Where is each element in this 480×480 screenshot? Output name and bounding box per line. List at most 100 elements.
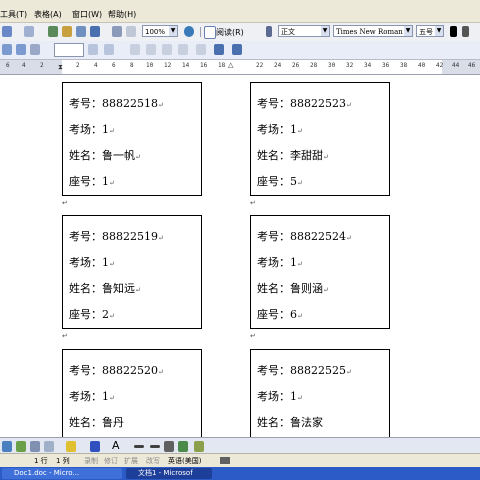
- chevron-down-icon: ▼: [435, 26, 443, 36]
- exam-room: 考场：1↵: [257, 123, 303, 136]
- drawing-icon[interactable]: [126, 26, 136, 37]
- formatting-toolbar: [0, 41, 480, 60]
- mail-icon[interactable]: [232, 44, 242, 55]
- shape-icon[interactable]: [2, 441, 12, 452]
- picture-icon[interactable]: [44, 441, 54, 452]
- ruler-tick: 12: [164, 62, 172, 69]
- nav-icon[interactable]: [2, 44, 12, 55]
- line-style-icon[interactable]: [134, 445, 144, 448]
- font-color-icon[interactable]: A: [112, 439, 120, 452]
- redo-icon[interactable]: [24, 26, 34, 37]
- hyperlink-icon[interactable]: [48, 26, 58, 37]
- style-value: 正文: [281, 28, 295, 36]
- status-language: 英语(美国): [168, 457, 202, 465]
- styles-pane-icon[interactable]: [266, 26, 272, 37]
- student-name: 姓名：李甜甜↵: [257, 149, 329, 162]
- exam-number: 考号：88822519↵: [69, 230, 164, 243]
- ruler-tick: 46: [468, 62, 476, 69]
- ruler-tick: 40: [418, 62, 426, 69]
- indent-marker-icon[interactable]: ⧗: [58, 61, 64, 73]
- menu-tools[interactable]: 工具(T): [0, 9, 27, 20]
- align-icon[interactable]: [178, 44, 188, 55]
- right-indent-icon[interactable]: △: [228, 61, 233, 69]
- clipart-icon[interactable]: [16, 441, 26, 452]
- 3d-icon[interactable]: [194, 441, 204, 452]
- font-select[interactable]: Times New Roman ▼: [333, 25, 413, 37]
- align-icon[interactable]: [196, 44, 206, 55]
- bold-icon[interactable]: [450, 26, 457, 37]
- line-color-icon[interactable]: [90, 441, 100, 452]
- zoom-value: 100%: [145, 28, 166, 36]
- arrow-style-icon[interactable]: [164, 441, 174, 452]
- document-page[interactable]: 考号：88822518↵ 考场：1↵ 姓名：鲁一帆↵ 座号：1↵ 考号：8882…: [0, 75, 480, 437]
- fill-color-icon[interactable]: [66, 441, 76, 452]
- ruler-tick: 38: [400, 62, 408, 69]
- student-name: 姓名：鲁一帆↵: [69, 149, 141, 162]
- record-field[interactable]: [54, 43, 84, 57]
- align-icon[interactable]: [146, 44, 156, 55]
- nav-icon[interactable]: [30, 44, 40, 55]
- ruler-tick: 8: [130, 62, 134, 69]
- nav-icon[interactable]: [16, 44, 26, 55]
- shadow-icon[interactable]: [178, 441, 188, 452]
- spellcheck-icon[interactable]: [220, 457, 230, 464]
- read-button[interactable]: 阅读(R): [216, 27, 244, 38]
- ruler-tick: 14: [182, 62, 190, 69]
- play-icon[interactable]: [88, 44, 98, 55]
- ruler-tick: 6: [6, 62, 10, 69]
- ruler-tick: 2: [76, 62, 80, 69]
- ruler-tick: 30: [328, 62, 336, 69]
- align-icon[interactable]: [162, 44, 172, 55]
- paragraph-mark: ↵: [250, 199, 256, 207]
- ruler-tick: 18: [218, 62, 226, 69]
- separator: [200, 27, 201, 37]
- menu-table[interactable]: 表格(A): [34, 9, 62, 20]
- ruler-tick: 6: [112, 62, 116, 69]
- horizontal-ruler[interactable]: 6 4 2 ⧗ 2 4 6 8 10 12 14 16 18 △ 22 24 2…: [0, 60, 480, 75]
- exam-number: 考号：88822520↵: [69, 364, 164, 377]
- seat-number: 座号：2↵: [69, 308, 115, 321]
- read-icon[interactable]: [204, 26, 216, 39]
- italic-icon[interactable]: [462, 26, 469, 37]
- exam-number: 考号：88822523↵: [257, 97, 352, 110]
- align-icon[interactable]: [130, 44, 140, 55]
- status-record[interactable]: 录制: [84, 456, 98, 466]
- font-size-value: 五号: [419, 28, 433, 36]
- student-name: 姓名：鲁知远↵: [69, 282, 141, 295]
- columns-icon[interactable]: [112, 26, 122, 37]
- menu-help[interactable]: 帮助(H): [108, 9, 136, 20]
- excel-icon[interactable]: [90, 26, 100, 37]
- ruler-tick: 4: [94, 62, 98, 69]
- taskbar-item-document1[interactable]: 文档1 - Microsof: [126, 468, 212, 479]
- help-icon[interactable]: [184, 26, 194, 37]
- font-size-select[interactable]: 五号 ▼: [416, 25, 444, 37]
- ruler-tick: 22: [256, 62, 264, 69]
- ruler-tick: 32: [346, 62, 354, 69]
- next-icon[interactable]: [104, 44, 114, 55]
- ruler-tick: 16: [200, 62, 208, 69]
- zoom-select[interactable]: 100% ▼: [142, 25, 178, 37]
- menu-bar: 工具(T) 表格(A) 窗口(W) 帮助(H): [0, 0, 480, 23]
- ruler-tick: 36: [382, 62, 390, 69]
- style-select[interactable]: 正文 ▼: [278, 25, 330, 37]
- tables-icon[interactable]: [62, 26, 72, 37]
- drawing-toolbar: A: [0, 437, 480, 454]
- status-column: 1 列: [56, 457, 70, 465]
- paragraph-mark: ↵: [62, 199, 68, 207]
- taskbar-item-doc1[interactable]: Doc1.doc - Micro...: [2, 468, 122, 479]
- mail-icon[interactable]: [214, 44, 224, 55]
- insert-table-icon[interactable]: [76, 26, 86, 37]
- status-line: 1 行: [34, 457, 48, 465]
- menu-window[interactable]: 窗口(W): [72, 9, 102, 20]
- ruler-tick: 4: [22, 62, 26, 69]
- exam-room: 考场：1↵: [69, 256, 115, 269]
- dash-style-icon[interactable]: [150, 445, 160, 448]
- undo-icon[interactable]: [2, 26, 12, 37]
- ruler-tick: 44: [452, 62, 460, 69]
- exam-room: 考场：1↵: [257, 390, 303, 403]
- status-overwrite[interactable]: 改写: [146, 456, 160, 466]
- status-extend[interactable]: 扩展: [124, 456, 138, 466]
- exam-room: 考场：1↵: [69, 390, 115, 403]
- status-track[interactable]: 修订: [104, 456, 118, 466]
- picture-icon[interactable]: [30, 441, 40, 452]
